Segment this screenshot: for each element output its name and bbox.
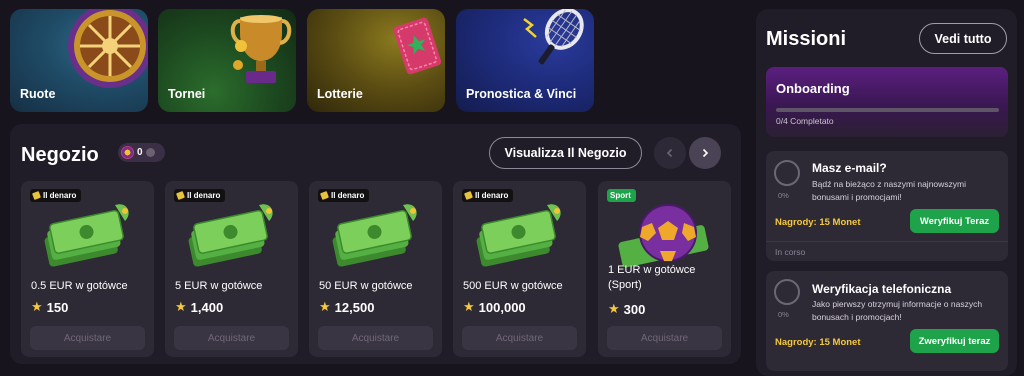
star-icon: ★ <box>608 301 620 316</box>
divider <box>766 241 1008 242</box>
cash-stack-icon <box>188 204 273 267</box>
rewards-page: Ruote Tornei Lotterie Pronostica & Vinci… <box>0 0 1024 376</box>
chevron-left-icon <box>666 148 673 158</box>
coin-icon <box>121 146 134 159</box>
cash-stack-icon <box>476 204 561 267</box>
star-icon: ★ <box>31 299 43 314</box>
missions-panel: Missioni Vedi tutto Onboarding 0/4 Compl… <box>756 9 1017 376</box>
shop-item-card[interactable]: Il denaro 0.5 EUR w gotówce ★ 150 Acquist… <box>21 181 154 357</box>
next-button[interactable] <box>689 137 721 169</box>
progress-ring-icon <box>774 279 800 305</box>
progress-ring-icon <box>774 160 800 186</box>
see-all-button[interactable]: Vedi tutto <box>919 23 1007 54</box>
category-label: Pronostica & Vinci <box>466 87 577 101</box>
category-wheels[interactable]: Ruote <box>10 9 148 112</box>
buy-button[interactable]: Acquistare <box>462 326 577 350</box>
buy-button[interactable]: Acquistare <box>318 326 433 350</box>
star-icon: ★ <box>463 299 475 314</box>
chevron-right-icon <box>702 148 709 158</box>
verify-phone-button[interactable]: Zweryfikuj teraz <box>910 329 999 353</box>
category-predict-win[interactable]: Pronostica & Vinci <box>456 9 594 112</box>
tennis-racket-icon <box>523 9 584 65</box>
buy-button[interactable]: Acquistare <box>607 326 722 350</box>
coin-icon <box>233 40 247 70</box>
shop-item-card[interactable]: Sport 1 EUR w gotówce (Sport) ★ 300 Acqui… <box>598 181 731 357</box>
star-icon: ★ <box>319 299 331 314</box>
mission-reward: Nagrody: 15 Monet <box>775 217 861 228</box>
shop-item-card[interactable]: Il denaro 50 EUR w gotówce ★ 12,500 Acqui… <box>309 181 442 357</box>
buy-button[interactable]: Acquistare <box>30 326 145 350</box>
cash-stack-icon <box>332 204 417 267</box>
mission-percent: 0% <box>778 191 789 200</box>
shop-item-card[interactable]: Il denaro 5 EUR w gotówce ★ 1,400 Acquist… <box>165 181 298 357</box>
onboarding-title: Onboarding <box>776 81 850 96</box>
item-price: ★ 1,400 <box>175 299 224 315</box>
previous-button[interactable] <box>654 137 686 169</box>
mission-description: Jako pierwszy otrzymuj informacje o nasz… <box>812 299 983 322</box>
buy-button[interactable]: Acquistare <box>174 326 289 350</box>
category-label: Lotterie <box>317 87 363 101</box>
item-title: 5 EUR w gotówce <box>175 280 263 292</box>
item-price: ★ 300 <box>608 301 646 317</box>
cash-stack-icon <box>44 204 129 267</box>
item-price: ★ 150 <box>31 299 69 315</box>
onboarding-progress-text: 0/4 Completato <box>776 116 834 126</box>
item-price: ★ 100,000 <box>463 299 526 315</box>
onboarding-card[interactable]: Onboarding 0/4 Completato <box>766 67 1008 137</box>
category-label: Ruote <box>20 87 56 101</box>
item-title: 50 EUR w gotówce <box>319 280 413 292</box>
mission-percent: 0% <box>778 310 789 319</box>
mission-description: Bądź na bieżąco z naszymi najnowszymi bo… <box>812 179 967 202</box>
soccer-ball-cash-icon <box>618 204 709 268</box>
mission-card[interactable]: 0% Masz e-mail? Bądź na bieżąco z naszym… <box>766 151 1008 261</box>
item-title: 1 EUR w gotówce (Sport) <box>608 264 696 291</box>
shop-title: Negozio <box>21 144 99 166</box>
coin-indicator-icon <box>145 148 155 157</box>
item-title: 500 EUR w gotówce <box>463 280 563 292</box>
item-price: ★ 12,500 <box>319 299 375 315</box>
mission-status: In corso <box>775 247 806 257</box>
mission-reward: Nagrody: 15 Monet <box>775 337 861 348</box>
onboarding-progress-bar <box>776 108 999 112</box>
category-lotteries[interactable]: Lotterie <box>307 9 445 112</box>
coin-count: 0 <box>137 147 143 158</box>
category-label: Tornei <box>168 87 206 101</box>
mission-title: Weryfikacja telefoniczna <box>812 282 952 296</box>
missions-title: Missioni <box>766 28 847 50</box>
coin-balance: 0 <box>118 143 165 162</box>
shop-panel: Negozio 0 Visualizza Il Negozio Il denar… <box>10 124 741 364</box>
verify-email-button[interactable]: Weryfikuj Teraz <box>910 209 999 233</box>
mission-title: Masz e-mail? <box>812 161 887 175</box>
item-title: 0.5 EUR w gotówce <box>31 280 128 292</box>
view-shop-button[interactable]: Visualizza Il Negozio <box>489 137 642 169</box>
shop-item-card[interactable]: Il denaro 500 EUR w gotówce ★ 100,000 Acq… <box>453 181 586 357</box>
star-icon: ★ <box>175 299 187 314</box>
mission-card[interactable]: 0% Weryfikacja telefoniczna Jako pierwsz… <box>766 271 1008 371</box>
category-tournaments[interactable]: Tornei <box>158 9 296 112</box>
ticket-icon <box>393 17 442 75</box>
wheel-icon <box>68 9 148 88</box>
